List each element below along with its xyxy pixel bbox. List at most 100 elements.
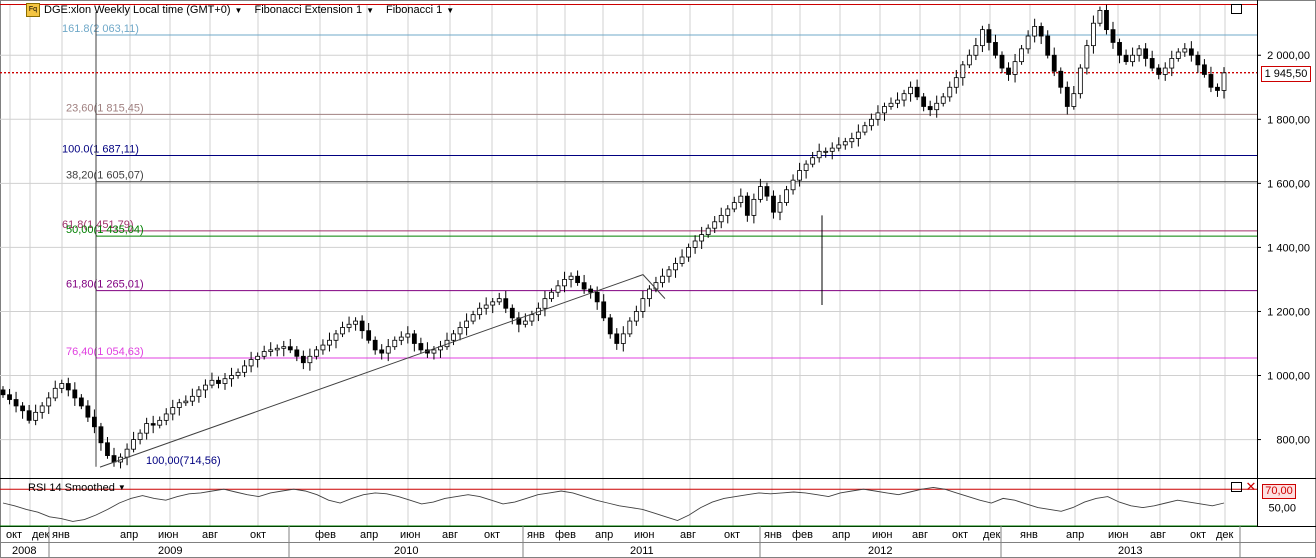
candle-body	[581, 282, 587, 290]
candle-body	[927, 106, 933, 111]
candle-body	[738, 195, 744, 203]
candle-body	[594, 291, 600, 303]
indicator-fibonacci[interactable]: Fibonacci 1	[386, 4, 442, 16]
price-axis-label: 1 200,00	[1267, 306, 1310, 318]
candle-body	[261, 351, 267, 357]
candle-body	[882, 106, 887, 114]
fib-level-label: 50,00(1 435,04)	[66, 224, 144, 236]
price-axis-label: 1 000,00	[1267, 371, 1310, 383]
candle-body	[372, 339, 378, 351]
candle-body	[953, 77, 959, 88]
candle-body	[823, 150, 829, 153]
candle-body	[137, 432, 143, 440]
candle-body	[503, 298, 509, 309]
time-axis-month-label: авг	[442, 529, 458, 541]
candle-body	[1019, 48, 1024, 63]
candle-body	[947, 86, 953, 98]
candle-body	[679, 256, 685, 264]
candle-body	[1215, 86, 1220, 91]
candle-body	[46, 397, 52, 407]
price-axis-label: 1 400,00	[1267, 242, 1310, 254]
candle-body	[124, 448, 130, 458]
candle-body	[1169, 58, 1175, 69]
candle-body	[1162, 67, 1168, 75]
rsi-close-icon[interactable]: ✕	[1245, 480, 1257, 493]
candle-body	[1064, 86, 1070, 107]
chevron-down-icon[interactable]: ▼	[235, 6, 243, 15]
candle-body	[235, 371, 241, 376]
candle-body	[980, 29, 985, 47]
time-axis-month-label: апр	[595, 529, 613, 541]
candle-body	[575, 275, 580, 284]
candle-body	[764, 186, 770, 197]
candle-body	[1012, 61, 1018, 75]
rsi-axis-label: 50,00	[1268, 503, 1296, 515]
indicator-fib-extension[interactable]: Fibonacci Extension 1	[254, 4, 362, 16]
candle-body	[529, 314, 535, 322]
candle-body	[1071, 93, 1077, 107]
candle-body	[320, 344, 326, 351]
candle-body	[744, 195, 750, 216]
candle-body	[294, 349, 300, 357]
price-axis-label: 1 800,00	[1267, 114, 1310, 126]
candle-body	[1045, 35, 1051, 56]
candle-body	[934, 102, 940, 111]
candle-body	[457, 327, 463, 335]
candle-body	[144, 423, 150, 434]
candle-body	[105, 442, 110, 456]
candle-body	[366, 330, 372, 341]
candle-body	[771, 195, 776, 213]
candle-body	[1025, 35, 1031, 50]
candle-body	[274, 347, 280, 351]
candle-body	[849, 138, 855, 143]
main-maximize-icon[interactable]	[1231, 4, 1242, 14]
time-axis-month-label: июн	[158, 529, 178, 541]
chevron-down-icon[interactable]: ▼	[366, 6, 374, 15]
chart-header: Fq DGE:xlon Weekly Local time (GMT+0) ▼ …	[26, 3, 454, 17]
candle-body	[731, 202, 737, 210]
candle-body	[242, 365, 247, 373]
time-axis-month-label: янв	[764, 529, 782, 541]
candle-body	[1123, 54, 1129, 63]
candle-body	[203, 384, 208, 391]
candle-body	[836, 144, 842, 149]
fib-level-label: 38,20(1 605,07)	[66, 170, 144, 182]
candle-body	[157, 419, 163, 426]
current-price-badge: 1 945,50	[1261, 66, 1311, 82]
candle-body	[549, 291, 554, 300]
chart-window-icon[interactable]: Fq	[26, 3, 40, 17]
candle-body	[1188, 48, 1194, 56]
candle-body	[895, 99, 900, 104]
chevron-down-icon[interactable]: ▼	[446, 6, 454, 15]
rsi-maximize-icon[interactable]	[1231, 482, 1242, 492]
time-axis-year-label: 2009	[158, 545, 182, 557]
candle-body	[183, 400, 189, 404]
candle-body	[483, 304, 489, 309]
candle-body	[13, 399, 19, 407]
candle-body	[1143, 48, 1149, 59]
time-axis-month-label: янв	[527, 529, 545, 541]
candle-body	[797, 170, 802, 181]
price-chart[interactable]: 161.8(2 063,11) 23,60(1 815,45) 100.0(1 68…	[0, 0, 1316, 558]
candle-body	[816, 150, 822, 159]
candle-body	[842, 141, 848, 146]
chevron-down-icon[interactable]: ▼	[118, 483, 126, 492]
candle-body	[418, 343, 424, 351]
candle-body	[568, 275, 574, 280]
candle-body	[59, 383, 65, 389]
candle-body	[0, 389, 6, 396]
candle-body	[908, 86, 913, 95]
candle-body	[1208, 74, 1214, 88]
candle-body	[960, 64, 966, 79]
candle-body	[855, 131, 861, 139]
time-axis-month-label: июн	[634, 529, 654, 541]
candle-body	[307, 355, 313, 364]
candle-body	[614, 333, 620, 344]
candle-body	[829, 147, 835, 152]
rsi-title[interactable]: RSI 14 Smoothed	[28, 482, 115, 494]
candle-body	[1091, 22, 1096, 47]
candle-body	[542, 298, 548, 309]
candle-body	[660, 275, 665, 284]
candle-body	[601, 301, 607, 319]
candle-body	[189, 395, 195, 402]
